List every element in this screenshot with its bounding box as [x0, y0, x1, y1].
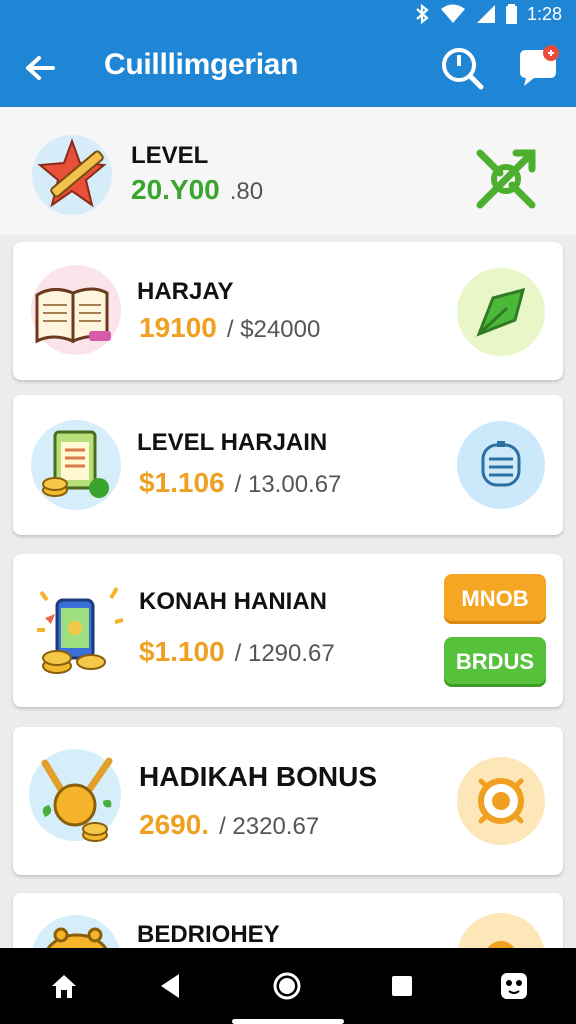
list-item[interactable]: LEVEL HARJAIN $1.106 / 13.00.67 — [13, 395, 563, 535]
target-badge-icon[interactable] — [457, 757, 545, 845]
signal-icon — [476, 5, 495, 23]
back-arrow-icon[interactable] — [22, 50, 58, 86]
bluetooth-icon — [416, 3, 429, 25]
phone-coins-icon — [31, 580, 131, 680]
battery-icon — [505, 4, 517, 24]
star-pencil-icon — [32, 135, 112, 215]
item-price: 20.Y00 — [131, 174, 220, 205]
back-nav-icon[interactable] — [150, 966, 190, 1006]
item-title: KONAH HANIAN — [139, 588, 327, 615]
app-bar: 1:28 Cuilllimgerian — [0, 0, 576, 107]
page-title: Cuilllimgerian — [104, 48, 299, 81]
system-nav-bar — [0, 948, 576, 1024]
chat-notification-icon[interactable] — [516, 44, 562, 90]
assistant-nav-icon[interactable] — [494, 966, 534, 1006]
leaf-badge-icon[interactable] — [457, 268, 545, 356]
list-item[interactable]: BEDRIOHEY — [13, 893, 563, 948]
item-title: LEVEL — [131, 142, 209, 169]
list-badge-icon[interactable] — [457, 421, 545, 509]
recents-nav-icon[interactable] — [382, 966, 422, 1006]
item-price: $1.100 — [139, 636, 225, 667]
item-title: BEDRIOHEY — [137, 921, 280, 948]
search-icon[interactable] — [440, 46, 484, 90]
item-price: 2690. — [139, 809, 210, 840]
status-bar: 1:28 — [414, 2, 562, 26]
piggy-bank-icon — [31, 915, 121, 948]
wifi-icon — [440, 4, 465, 23]
item-price: $1.106 — [139, 467, 225, 498]
slingshot-coins-icon — [29, 749, 125, 849]
shuffle-icon[interactable] — [474, 147, 538, 211]
item-title: HADIKAH BONUS — [139, 761, 377, 792]
home-nav-icon[interactable] — [44, 966, 84, 1006]
item-price: 19100 — [139, 312, 217, 343]
bill-coins-icon — [31, 420, 121, 510]
item-title: LEVEL HARJAIN — [137, 429, 328, 456]
list-item[interactable]: KONAH HANIAN $1.100 / 1290.67 MNOB BRDUS — [13, 554, 563, 707]
home-indicator — [232, 1019, 344, 1024]
status-time: 1:28 — [526, 3, 562, 24]
toolbar: Cuilllimgerian — [0, 34, 576, 100]
coin-badge-icon[interactable] — [457, 913, 545, 948]
item-secondary-value: / 2320.67 — [219, 813, 320, 840]
list-item[interactable]: HARJAY 19100 / $24000 — [13, 242, 563, 380]
item-title: HARJAY — [137, 278, 234, 305]
item-secondary-value: / 13.00.67 — [234, 471, 342, 498]
rewards-list: LEVEL 20.Y00 .80 HARJAY 19100 / $24000 L… — [0, 107, 576, 948]
book-icon — [31, 265, 121, 355]
item-secondary-value: / $24000 — [226, 316, 321, 343]
home-button-icon[interactable] — [267, 966, 307, 1006]
item-secondary-value: / 1290.67 — [234, 640, 335, 667]
item-secondary-value: .80 — [229, 178, 264, 205]
list-item[interactable]: LEVEL 20.Y00 .80 — [0, 107, 576, 235]
brdus-button[interactable]: BRDUS — [444, 637, 546, 687]
mnob-button[interactable]: MNOB — [444, 574, 546, 624]
list-item[interactable]: HADIKAH BONUS 2690. / 2320.67 — [13, 727, 563, 875]
